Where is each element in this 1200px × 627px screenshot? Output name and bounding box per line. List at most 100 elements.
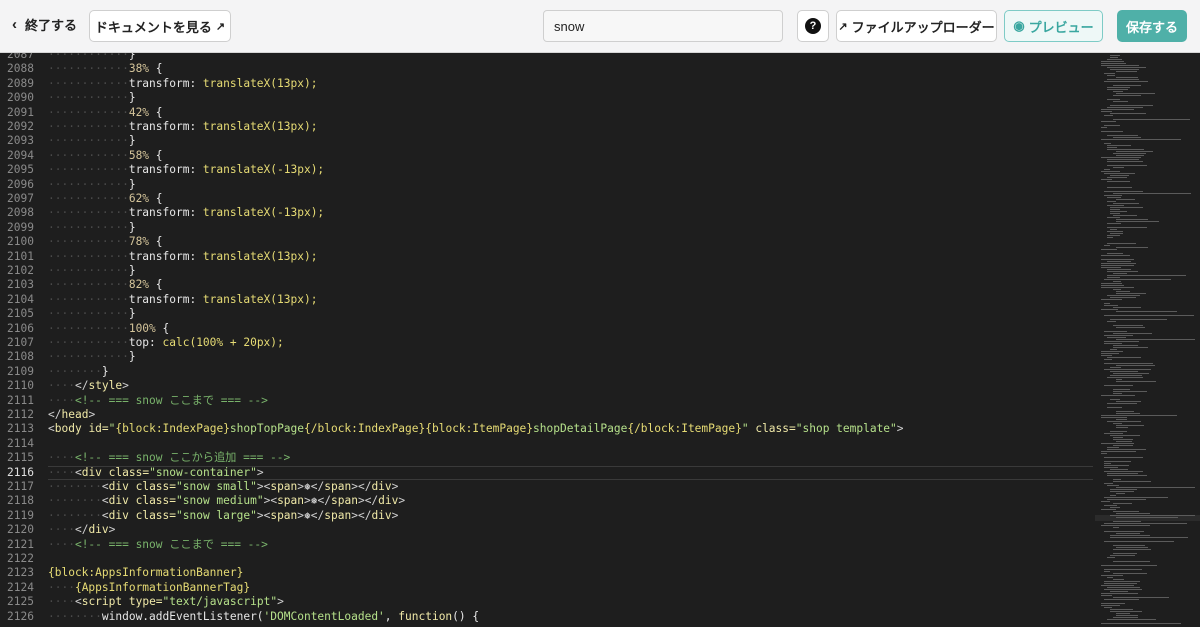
code-line[interactable]: 2123 {block:AppsInformationBanner}	[0, 566, 1095, 580]
code-line[interactable]: 2113 <body id= " {block:IndexPage}shopTopPa…	[0, 422, 1095, 436]
minimap-line	[1116, 513, 1150, 514]
minimap-line	[1110, 69, 1139, 70]
code-line[interactable]: 2106 ············100% {	[0, 322, 1095, 336]
code-token: div	[88, 523, 109, 537]
view-docs-button[interactable]: ドキュメントを見る ↗	[89, 10, 231, 42]
indent-guide: ············	[48, 321, 129, 335]
code-line[interactable]: 2097 ············62% {	[0, 192, 1095, 206]
code-line[interactable]: 2117 ········<div class="snow small"><spa…	[0, 480, 1095, 494]
code-line[interactable]: 2118 ········<div class="snow medium"><sp…	[0, 494, 1095, 508]
code-line[interactable]: 2111 ····<!-- === snow ここまで === -->	[0, 394, 1095, 408]
minimap-line	[1113, 545, 1145, 546]
minimap-line	[1101, 575, 1123, 576]
minimap-line	[1110, 211, 1127, 212]
minimap-line	[1113, 203, 1139, 204]
code-line[interactable]: 2101 ············transform: translateX(13…	[0, 250, 1095, 264]
code-line[interactable]: 2126 ········window.addEventListener('DOM…	[0, 610, 1095, 624]
code-token: span	[331, 494, 358, 508]
minimap-line	[1113, 597, 1169, 598]
code-line[interactable]: 2115 ····<!-- === snow ここから追加 === -->	[0, 451, 1095, 465]
minimap[interactable]	[1095, 53, 1200, 627]
minimap-line	[1101, 61, 1124, 62]
code-line[interactable]: 2098 ············transform: translateX(-1…	[0, 206, 1095, 220]
code-line[interactable]: 2112 </head>	[0, 408, 1095, 422]
file-uploader-button[interactable]: ↗ ファイルアップローダー	[836, 10, 997, 42]
minimap-line	[1107, 337, 1126, 338]
code-line[interactable]: 2125 ····<script type="text/javascript">	[0, 595, 1095, 609]
minimap-line	[1107, 161, 1143, 162]
code-line[interactable]: 2088 ············38% {	[0, 62, 1095, 76]
code-line[interactable]: 2121 ····<!-- === snow ここまで === -->	[0, 538, 1095, 552]
editor-toolbar: ‹ 終了する ドキュメントを見る ↗ ? ↗ ファイルアップローダー ◉ プレビ…	[0, 0, 1200, 53]
minimap-line	[1101, 603, 1125, 604]
code-line[interactable]: 2107 ············top: calc(100% + 20px);	[0, 336, 1095, 350]
minimap-line	[1104, 125, 1120, 126]
exit-button[interactable]: ‹ 終了する	[12, 15, 77, 34]
code-token: "snow small"	[176, 480, 257, 493]
minimap-line	[1110, 535, 1150, 536]
minimap-line	[1101, 605, 1120, 606]
minimap-line	[1110, 175, 1129, 176]
code-token: "text/javascript"	[162, 595, 278, 609]
minimap-line	[1116, 547, 1148, 548]
code-line[interactable]: 2096 ············}	[0, 178, 1095, 192]
code-line[interactable]: 2109 ········}	[0, 365, 1095, 379]
code-line[interactable]: 2095 ············transform: translateX(-1…	[0, 163, 1095, 177]
code-token: "shop template"	[795, 422, 897, 436]
minimap-line	[1107, 107, 1143, 108]
code-line[interactable]: 2089 ············transform: translateX(13…	[0, 77, 1095, 91]
minimap-line	[1110, 435, 1140, 436]
code-line[interactable]: 2087 ············}	[0, 53, 1095, 62]
code-line[interactable]: 2119 ········<div class="snow large"><spa…	[0, 509, 1095, 523]
minimap-line	[1104, 363, 1153, 364]
code-line[interactable]: 2102 ············}	[0, 264, 1095, 278]
code-line[interactable]: 2104 ············transform: translateX(13…	[0, 293, 1095, 307]
minimap-line	[1104, 523, 1187, 524]
minimap-line	[1110, 495, 1116, 496]
help-button[interactable]: ?	[797, 10, 829, 42]
minimap-line	[1113, 527, 1119, 528]
preview-button[interactable]: ◉ プレビュー	[1004, 10, 1103, 42]
line-number: 2095	[7, 163, 34, 177]
code-token: {	[155, 321, 170, 335]
save-button[interactable]: 保存する	[1117, 10, 1187, 42]
code-line[interactable]: 2091 ············42% {	[0, 106, 1095, 120]
code-token: span	[270, 508, 298, 522]
code-line[interactable]: 2120 ····</div>	[0, 523, 1095, 537]
code-line[interactable]: 2108 ············}	[0, 350, 1095, 364]
minimap-line	[1113, 389, 1130, 390]
code-line[interactable]: 2105 ············}	[0, 307, 1095, 321]
minimap-line	[1116, 199, 1135, 200]
minimap-line	[1101, 111, 1112, 112]
minimap-line	[1116, 533, 1140, 534]
code-line[interactable]: 2114	[0, 437, 1095, 451]
indent-guide: ····	[48, 523, 75, 537]
minimap-line	[1113, 91, 1123, 92]
code-line[interactable]: 2124 ····{AppsInformationBannerTag}	[0, 581, 1095, 595]
code-token: }	[101, 364, 109, 378]
code-token: translateX(13px);	[196, 292, 318, 306]
minimap-line	[1101, 121, 1116, 122]
code-line[interactable]: 2100 ············78% {	[0, 235, 1095, 249]
minimap-line	[1116, 427, 1128, 428]
code-line[interactable]: 2093 ············}	[0, 134, 1095, 148]
code-line[interactable]: 2122	[0, 552, 1095, 566]
code-editor[interactable]: 2087 ············} 2088 ············38% {20…	[0, 53, 1200, 627]
code-line[interactable]: 2090 ············}	[0, 91, 1095, 105]
line-number: 2116	[7, 465, 34, 479]
code-token: type=	[122, 595, 163, 609]
code-line[interactable]: 2092 ············transform: translateX(13…	[0, 120, 1095, 134]
minimap-line	[1116, 425, 1144, 426]
code-token: transform:	[128, 249, 197, 263]
code-line[interactable]: 2110 ····</style>	[0, 379, 1095, 393]
code-token: 58%	[128, 148, 150, 162]
code-line[interactable]: 2099 ············}	[0, 221, 1095, 235]
code-line[interactable]: 2094 ············58% {	[0, 149, 1095, 163]
code-line[interactable]: 2103 ············82% {	[0, 278, 1095, 292]
minimap-line	[1107, 177, 1127, 178]
indent-guide: ········	[48, 609, 102, 623]
line-number: 2104	[7, 292, 34, 306]
search-input[interactable]	[543, 10, 783, 42]
indent-guide: ········	[48, 364, 102, 378]
code-token: >	[896, 422, 904, 436]
